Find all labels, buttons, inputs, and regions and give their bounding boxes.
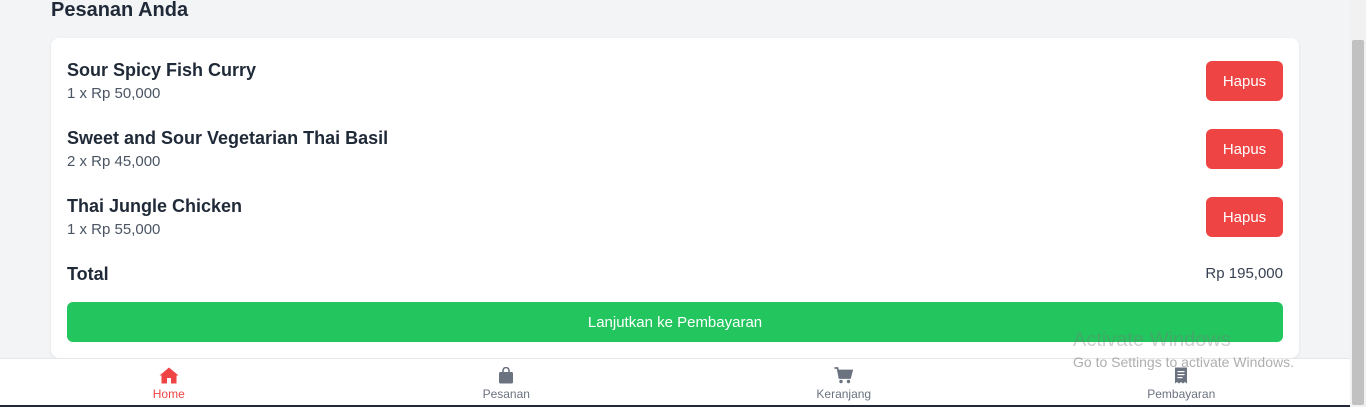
nav-item-keranjang[interactable]: Keranjang <box>675 359 1013 406</box>
nav-item-pesanan[interactable]: Pesanan <box>338 359 676 406</box>
nav-item-home[interactable]: Home <box>0 359 338 406</box>
shopping-bag-icon <box>498 366 514 384</box>
nav-item-pembayaran[interactable]: Pembayaran <box>1013 359 1351 406</box>
nav-item-label: Pesanan <box>482 387 530 401</box>
cart-item-name: Sour Spicy Fish Curry <box>67 60 257 80</box>
cart-item: Sour Spicy Fish Curry 1 x Rp 50,000 Hapu… <box>67 58 1283 106</box>
cart-item: Thai Jungle Chicken 1 x Rp 55,000 Hapus <box>67 194 1283 242</box>
cart-icon <box>834 366 854 384</box>
remove-item-button[interactable]: Hapus <box>1206 129 1283 169</box>
cart-item-name: Sweet and Sour Vegetarian Thai Basil <box>67 128 389 148</box>
home-icon <box>159 366 179 384</box>
page-title: Pesanan Anda <box>51 0 189 21</box>
cart-item: Sweet and Sour Vegetarian Thai Basil 2 x… <box>67 126 1283 174</box>
nav-item-label: Pembayaran <box>1147 387 1216 401</box>
cart-item-name: Thai Jungle Chicken <box>67 196 243 216</box>
receipt-icon <box>1174 366 1188 384</box>
scrollbar-thumb[interactable] <box>1352 40 1364 405</box>
cart-item-quantity-price: 1 x Rp 55,000 <box>67 221 161 238</box>
total-label: Total <box>67 264 109 284</box>
bottom-nav: Home Pesanan Keranjang Pembayaran <box>0 358 1350 406</box>
cart-card: Sour Spicy Fish Curry 1 x Rp 50,000 Hapu… <box>51 38 1299 358</box>
total-row: Total Rp 195,000 <box>67 262 1283 286</box>
cart-item-quantity-price: 2 x Rp 45,000 <box>67 153 161 170</box>
remove-item-button[interactable]: Hapus <box>1206 197 1283 237</box>
nav-item-label: Keranjang <box>816 387 872 401</box>
checkout-button[interactable]: Lanjutkan ke Pembayaran <box>67 302 1283 342</box>
cart-item-quantity-price: 1 x Rp 50,000 <box>67 85 161 102</box>
remove-item-button[interactable]: Hapus <box>1206 61 1283 101</box>
nav-item-label: Home <box>152 387 185 401</box>
total-value: Rp 195,000 <box>1205 265 1283 282</box>
